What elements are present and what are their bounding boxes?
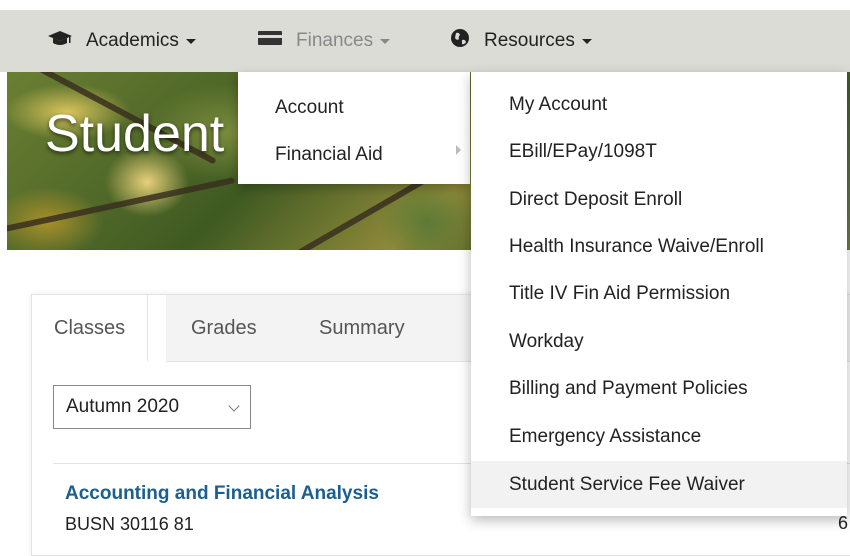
submenu-item-fee-waiver[interactable]: Student Service Fee Waiver — [471, 461, 847, 508]
nav-academics[interactable]: Academics — [48, 10, 196, 72]
tab-summary[interactable]: Summary — [319, 295, 405, 361]
chevron-down-icon — [228, 400, 240, 412]
account-submenu: My Account EBill/EPay/1098T Direct Depos… — [471, 72, 847, 516]
menu-item-account[interactable]: Account — [275, 97, 344, 119]
chevron-down-icon — [380, 38, 391, 44]
nav-resources-label: Resources — [484, 30, 575, 51]
tab-classes[interactable]: Classes — [32, 295, 149, 361]
chevron-down-icon — [185, 38, 196, 44]
course-title-link[interactable]: Accounting and Financial Analysis — [65, 483, 379, 505]
globe-icon — [450, 28, 470, 54]
nav-resources[interactable]: Resources — [450, 10, 592, 72]
tree-branch-decoration — [267, 177, 427, 250]
top-navbar: Academics Finances Resources — [0, 10, 850, 72]
graduation-cap-icon — [48, 29, 72, 53]
submenu-item-ebill[interactable]: EBill/EPay/1098T — [471, 128, 847, 175]
term-select-value: Autumn 2020 — [66, 396, 180, 417]
chevron-right-icon — [456, 145, 461, 155]
submenu-item-emergency-assistance[interactable]: Emergency Assistance — [471, 413, 847, 460]
tree-branch-decoration — [7, 177, 236, 233]
submenu-item-billing-policies[interactable]: Billing and Payment Policies — [471, 365, 847, 412]
term-select[interactable]: Autumn 2020 — [53, 385, 251, 429]
nav-finances-label: Finances — [296, 30, 374, 51]
credit-card-icon — [258, 30, 282, 52]
finances-dropdown-menu: Account Financial Aid — [238, 72, 470, 184]
nav-finances[interactable]: Finances — [258, 10, 391, 72]
submenu-item-health-insurance[interactable]: Health Insurance Waive/Enroll — [471, 223, 847, 270]
menu-item-financial-aid[interactable]: Financial Aid — [275, 144, 383, 166]
submenu-item-workday[interactable]: Workday — [471, 318, 847, 365]
submenu-item-my-account[interactable]: My Account — [471, 81, 847, 128]
tab-grades[interactable]: Grades — [191, 295, 257, 361]
submenu-item-direct-deposit[interactable]: Direct Deposit Enroll — [471, 176, 847, 223]
submenu-item-title-iv[interactable]: Title IV Fin Aid Permission — [471, 270, 847, 317]
course-code: BUSN 30116 81 — [65, 514, 194, 534]
chevron-down-icon — [581, 38, 592, 44]
course-extra-value: 6 — [838, 513, 849, 533]
nav-academics-label: Academics — [86, 30, 179, 51]
